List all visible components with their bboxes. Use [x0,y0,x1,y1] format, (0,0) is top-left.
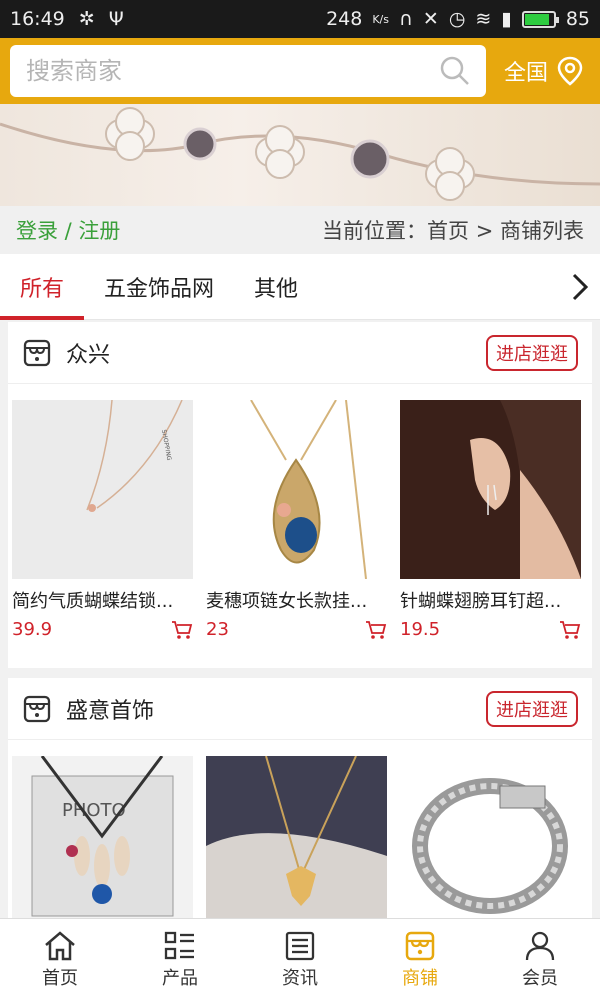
shop-icon [405,931,435,960]
tab-all[interactable]: 所有 [0,254,85,320]
bracelet-illustration [0,107,600,201]
chevron-right-icon[interactable] [560,254,600,320]
nav-label: 会员 [522,967,558,989]
nav-home[interactable]: 首页 [0,919,120,1000]
wifi-icon: ≋ [475,8,492,30]
product-card[interactable]: SHOPPING 简约气质蝴蝶结锁... 39.9 [12,400,193,640]
user-icon [525,931,555,960]
shop-name: 盛意首饰 [66,698,155,724]
top-bar: 全国 [0,38,600,104]
product-card[interactable]: PHOTO [12,756,193,918]
bottom-nav: 首页 产品 资讯 商铺 会员 [0,918,600,1000]
mute-icon: ✕ [422,8,439,30]
signal-icon: ▮ [501,8,512,30]
product-image[interactable] [400,756,581,918]
product-card[interactable] [206,756,387,918]
usb-icon: Ψ [108,8,124,30]
product-card[interactable]: 针蝴蝶翅膀耳钉超... 19.5 [400,400,581,640]
nav-member[interactable]: 会员 [480,919,600,1000]
banner-image[interactable] [0,104,600,206]
alarm-icon: ◷ [448,8,466,30]
enter-shop-button[interactable]: 进店逛逛 [486,690,578,727]
tab-hardware-jewelry[interactable]: 五金饰品网 [84,254,234,320]
news-icon [285,931,315,960]
store-icon [23,695,51,722]
breadcrumb: 当前位置：首页 > 商铺列表 [322,219,584,243]
product-price: 23 [206,619,229,640]
tab-other[interactable]: 其他 [234,254,318,320]
shop-card: 众兴 进店逛逛 SHOPPING 简约气质蝴蝶结锁... 39.9 麦穗项链女长… [8,322,592,668]
product-price: 19.5 [400,619,441,640]
product-name: 针蝴蝶翅膀耳钉超... [400,591,562,612]
nav-news[interactable]: 资讯 [240,919,360,1000]
enter-shop-button[interactable]: 进店逛逛 [486,334,578,371]
product-price: 39.9 [12,619,53,640]
headset-icon: ∩ [398,8,413,30]
cart-icon[interactable] [559,620,581,640]
product-image[interactable] [400,400,581,579]
product-image[interactable]: PHOTO [12,756,193,918]
store-icon [23,339,51,366]
product-name: 简约气质蝴蝶结锁... [12,591,174,612]
cart-icon[interactable] [171,620,193,640]
search-box[interactable] [10,45,486,97]
login-register-link[interactable]: 登录 / 注册 [16,215,120,245]
category-tabs: 所有 五金饰品网 其他 [0,254,600,320]
status-time: 16:49 [10,8,65,30]
network-speed: 248 [326,8,363,30]
status-bar: 16:49 ✲ Ψ 248 K/s ∩ ✕ ◷ ≋ ▮ 85 [0,0,600,38]
search-icon[interactable] [440,56,470,86]
product-image[interactable]: SHOPPING [12,400,193,579]
breadcrumb-bar: 登录 / 注册 当前位置：首页 > 商铺列表 [0,206,600,254]
battery-level: 85 [565,8,590,30]
network-speed-unit: K/s [372,12,389,26]
list-icon [164,931,194,959]
nav-label: 首页 [42,967,78,989]
battery-icon [521,10,559,28]
product-name: 麦穗项链女长款挂... [206,591,368,612]
nav-label: 产品 [162,967,198,989]
region-label: 全国 [503,61,548,86]
product-card[interactable]: 麦穗项链女长款挂... 23 [206,400,387,640]
search-input[interactable] [26,57,440,85]
nav-label: 资讯 [282,967,318,989]
nav-products[interactable]: 产品 [120,919,240,1000]
nav-shops[interactable]: 商铺 [360,919,480,1000]
product-card[interactable] [400,756,581,918]
product-image[interactable] [206,400,387,579]
cart-icon[interactable] [365,620,387,640]
location-pin-icon [557,56,583,86]
region-selector[interactable]: 全国 [504,55,590,87]
fan-icon: ✲ [78,8,95,30]
product-image[interactable] [206,756,387,918]
shop-name: 众兴 [66,342,111,368]
home-icon [45,930,75,960]
nav-label: 商铺 [402,967,438,989]
shop-card: 盛意首饰 进店逛逛 PHOTO [8,678,592,918]
